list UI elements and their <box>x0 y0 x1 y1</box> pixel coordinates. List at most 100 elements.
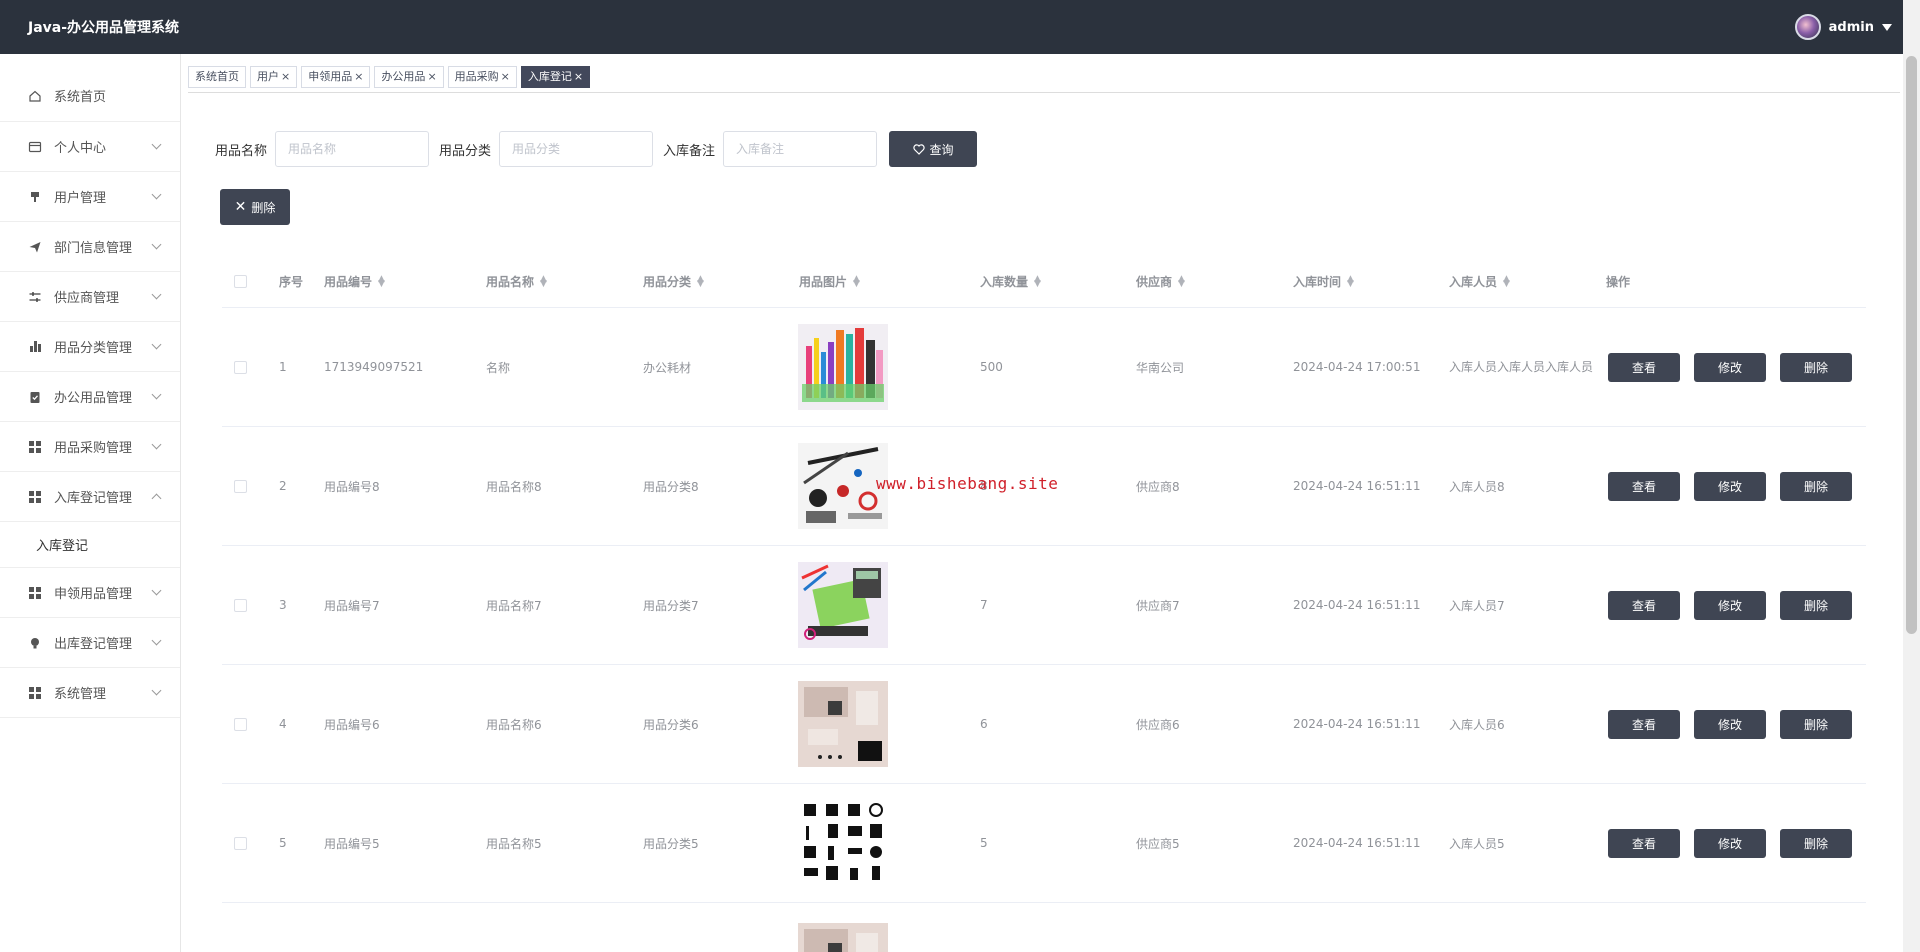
col-label: 入库数量 <box>980 274 1029 289</box>
product-image[interactable] <box>798 800 888 886</box>
sidebar-item-requisition[interactable]: 申领用品管理 <box>0 568 180 618</box>
chevron-down-icon <box>151 339 162 350</box>
bar-chart-icon <box>28 340 42 354</box>
sidebar-item-stock-out[interactable]: 出库登记管理 <box>0 618 180 668</box>
sidebar-item-department[interactable]: 部门信息管理 <box>0 222 180 272</box>
delete-button[interactable]: 删除 <box>1780 709 1852 739</box>
row-checkbox[interactable] <box>234 836 247 850</box>
view-button[interactable]: 查看 <box>1608 709 1680 739</box>
sidebar-item-category[interactable]: 用品分类管理 <box>0 322 180 372</box>
col-label: 入库时间 <box>1293 274 1342 289</box>
row-checkbox[interactable] <box>234 717 247 731</box>
tab-purchase[interactable]: 用品采购 × <box>447 66 517 88</box>
row-checkbox[interactable] <box>234 598 247 612</box>
tab-requisition[interactable]: 申领用品 × <box>301 66 371 88</box>
avatar[interactable] <box>1794 14 1821 40</box>
batch-delete-button[interactable]: ✕ 删除 <box>220 189 290 225</box>
tab-home[interactable]: 系统首页 <box>188 66 246 88</box>
product-image[interactable] <box>798 562 888 648</box>
row-index: 5 <box>279 836 287 850</box>
row-index: 1 <box>279 360 287 374</box>
tab-office-supplies[interactable]: 办公用品 × <box>374 66 444 88</box>
row-actions: 查看 修改 删除 <box>1608 590 1852 620</box>
sidebar-item-users[interactable]: 用户管理 <box>0 172 180 222</box>
col-time[interactable]: 入库时间 ▲ ▼ <box>1293 273 1354 290</box>
scrollbar[interactable] <box>1903 0 1920 952</box>
view-button[interactable]: 查看 <box>1608 471 1680 501</box>
sidebar-subitem-stock-in-register[interactable]: 入库登记 <box>0 522 180 568</box>
sidebar-item-system[interactable]: 系统管理 <box>0 668 180 718</box>
delete-button[interactable]: 删除 <box>1780 352 1852 382</box>
sort-icon[interactable]: ▲ ▼ <box>378 275 385 289</box>
sort-icon[interactable]: ▲ ▼ <box>540 275 547 289</box>
sort-icon[interactable]: ▲ ▼ <box>697 275 704 289</box>
category-input[interactable] <box>499 131 654 167</box>
remark-input[interactable] <box>723 131 878 167</box>
col-category[interactable]: 用品分类 ▲ ▼ <box>643 273 704 290</box>
row-category: 办公耗材 <box>643 360 692 375</box>
scrollbar-thumb[interactable] <box>1906 56 1917 634</box>
row-category: 用品分类6 <box>643 717 699 732</box>
delete-button[interactable]: 删除 <box>1780 828 1852 858</box>
tab-stock-in[interactable]: 入库登记 × <box>520 66 591 88</box>
col-code[interactable]: 用品编号 ▲ ▼ <box>324 273 385 290</box>
row-time: 2024-04-24 17:00:51 <box>1293 360 1421 374</box>
view-button[interactable]: 查看 <box>1608 828 1680 858</box>
edit-button[interactable]: 修改 <box>1694 828 1766 858</box>
view-button[interactable]: 查看 <box>1608 590 1680 620</box>
sidebar-item-label: 系统管理 <box>54 687 107 702</box>
delete-button[interactable]: 删除 <box>1780 471 1852 501</box>
row-qty: 6 <box>980 717 988 731</box>
product-image[interactable] <box>798 681 888 767</box>
col-supplier[interactable]: 供应商 ▲ ▼ <box>1136 273 1185 290</box>
chevron-down-icon <box>151 439 162 450</box>
edit-button[interactable]: 修改 <box>1694 352 1766 382</box>
query-button[interactable]: 查询 <box>889 131 978 167</box>
view-button[interactable]: 查看 <box>1608 352 1680 382</box>
bulb-icon <box>28 636 42 650</box>
row-code: 用品编号8 <box>324 479 380 494</box>
chevron-down-icon <box>151 585 162 596</box>
sort-icon[interactable]: ▲ ▼ <box>853 275 860 289</box>
col-qty[interactable]: 入库数量 ▲ ▼ <box>980 273 1041 290</box>
table-row: 5 用品编号5 用品名称5 用品分类5 5 供应商5 2024-04-24 16… <box>222 784 1866 903</box>
sidebar-item-purchase[interactable]: 用品采购管理 <box>0 422 180 472</box>
sidebar-item-profile[interactable]: 个人中心 <box>0 122 180 172</box>
close-icon[interactable]: × <box>427 67 436 87</box>
row-checkbox[interactable] <box>234 360 247 374</box>
col-image[interactable]: 用品图片 ▲ ▼ <box>799 273 860 290</box>
sidebar-item-supplier[interactable]: 供应商管理 <box>0 272 180 322</box>
row-checkbox[interactable] <box>234 479 247 493</box>
sidebar-item-stock-in[interactable]: 入库登记管理 <box>0 472 180 522</box>
username[interactable]: admin <box>1829 20 1874 35</box>
close-icon[interactable]: × <box>501 67 510 87</box>
sort-icon[interactable]: ▲ ▼ <box>1178 275 1185 289</box>
delete-button[interactable]: 删除 <box>1780 590 1852 620</box>
caret-down-icon[interactable] <box>1882 23 1892 31</box>
row-qty: 5 <box>980 836 988 850</box>
close-icon[interactable]: × <box>354 67 363 87</box>
col-person[interactable]: 入库人员 ▲ ▼ <box>1449 273 1510 290</box>
sort-icon[interactable]: ▲ ▼ <box>1034 275 1041 289</box>
row-category: 用品分类8 <box>643 479 699 494</box>
tab-users[interactable]: 用户 × <box>250 66 298 88</box>
close-icon[interactable]: × <box>281 67 290 87</box>
select-all-checkbox[interactable] <box>234 274 247 288</box>
row-supplier: 华南公司 <box>1136 360 1185 375</box>
col-name[interactable]: 用品名称 ▲ ▼ <box>486 273 547 290</box>
product-image[interactable] <box>798 443 888 529</box>
close-icon[interactable]: × <box>574 67 583 87</box>
edit-button[interactable]: 修改 <box>1694 590 1766 620</box>
product-image[interactable] <box>798 923 888 952</box>
edit-button[interactable]: 修改 <box>1694 709 1766 739</box>
product-image[interactable] <box>798 324 888 410</box>
sort-icon[interactable]: ▲ ▼ <box>1347 275 1354 289</box>
user-menu[interactable]: admin <box>1794 14 1892 40</box>
table-row: 3 用品编号7 用品名称7 用品分类7 7 供应商7 2024-04-24 16… <box>222 546 1866 665</box>
name-input[interactable] <box>275 131 430 167</box>
sidebar-item-label: 申领用品管理 <box>54 587 133 602</box>
sort-icon[interactable]: ▲ ▼ <box>1503 275 1510 289</box>
sidebar-item-home[interactable]: 系统首页 <box>0 70 180 122</box>
edit-button[interactable]: 修改 <box>1694 471 1766 501</box>
sidebar-item-office-supplies[interactable]: 办公用品管理 <box>0 372 180 422</box>
